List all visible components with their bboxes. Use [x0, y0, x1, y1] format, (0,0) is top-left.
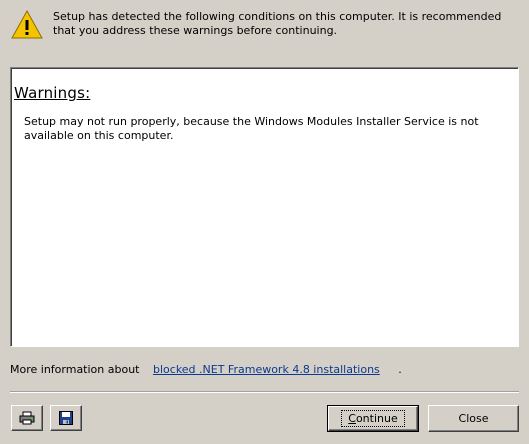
warning-icon	[11, 9, 43, 41]
header-message: Setup has detected the following conditi…	[53, 10, 502, 37]
more-info-link[interactable]: blocked .NET Framework 4.8 installations	[153, 363, 380, 376]
save-button[interactable]	[50, 405, 82, 431]
more-info-line: More information about blocked .NET Fram…	[10, 363, 402, 376]
close-button[interactable]: Close	[428, 405, 519, 432]
printer-icon	[19, 411, 35, 425]
warnings-heading: Warnings:	[14, 84, 91, 102]
more-info-suffix: .	[398, 363, 402, 376]
more-info-prefix: More information about	[10, 363, 140, 376]
separator	[10, 391, 519, 393]
print-button[interactable]	[11, 405, 43, 431]
floppy-disk-icon	[59, 411, 73, 425]
continue-button[interactable]: Continue	[327, 405, 419, 432]
continue-label: Continue	[341, 410, 405, 427]
close-label: Close	[458, 412, 489, 425]
warning-item: Setup may not run properly, because the …	[24, 115, 479, 142]
warnings-panel[interactable]: Warnings: Setup may not run properly, be…	[10, 67, 519, 347]
